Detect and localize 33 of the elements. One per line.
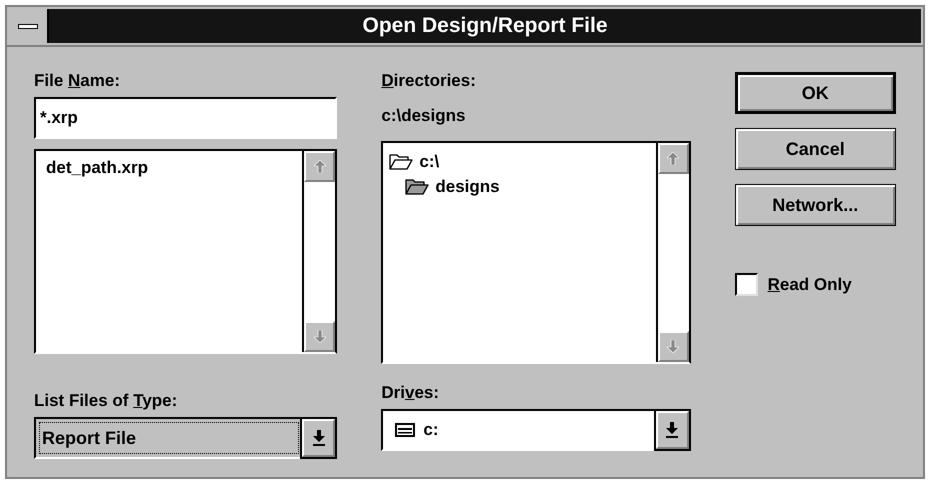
- checkbox[interactable]: [734, 273, 758, 296]
- scroll-down-button[interactable]: [658, 331, 689, 362]
- dialog-button[interactable]: Network...: [734, 184, 896, 226]
- directory-item[interactable]: c:\: [419, 153, 440, 170]
- checkbox-label: Read Only: [768, 276, 852, 293]
- file-item[interactable]: det_path.xrp: [44, 159, 294, 176]
- scroll-up-button[interactable]: [304, 151, 336, 182]
- field-label: File Name:: [34, 72, 121, 89]
- field-label: Drives:: [381, 384, 440, 401]
- minus-icon: [18, 24, 38, 28]
- directory-item[interactable]: designs: [435, 178, 500, 195]
- drive-dropdown[interactable]: c:: [381, 409, 691, 451]
- dropdown-value: c:: [423, 419, 438, 442]
- window-title: Open Design/Report File: [362, 13, 608, 40]
- drive-icon: [395, 423, 416, 437]
- file-type-dropdown[interactable]: Report File: [34, 417, 338, 459]
- down-arrow-icon: [666, 422, 678, 438]
- field-label: List Files of Type:: [34, 392, 178, 409]
- down-arrow-icon: [667, 340, 680, 353]
- up-arrow-icon: [667, 152, 680, 165]
- dropdown-button[interactable]: [656, 411, 689, 449]
- file-name-field[interactable]: *.xrp: [34, 97, 338, 139]
- scroll-down-button[interactable]: [304, 321, 336, 352]
- dialog-button[interactable]: OK: [734, 72, 896, 114]
- dropdown-value: Report File: [42, 426, 136, 450]
- current-path: c:\designs: [381, 107, 466, 124]
- up-arrow-icon: [314, 160, 326, 173]
- down-arrow-icon: [314, 330, 326, 343]
- dialog-button[interactable]: Cancel: [734, 128, 896, 170]
- dropdown-button[interactable]: [302, 419, 336, 457]
- field-label: Directories:: [381, 72, 477, 89]
- scroll-up-button[interactable]: [658, 143, 689, 174]
- down-arrow-icon: [312, 430, 325, 446]
